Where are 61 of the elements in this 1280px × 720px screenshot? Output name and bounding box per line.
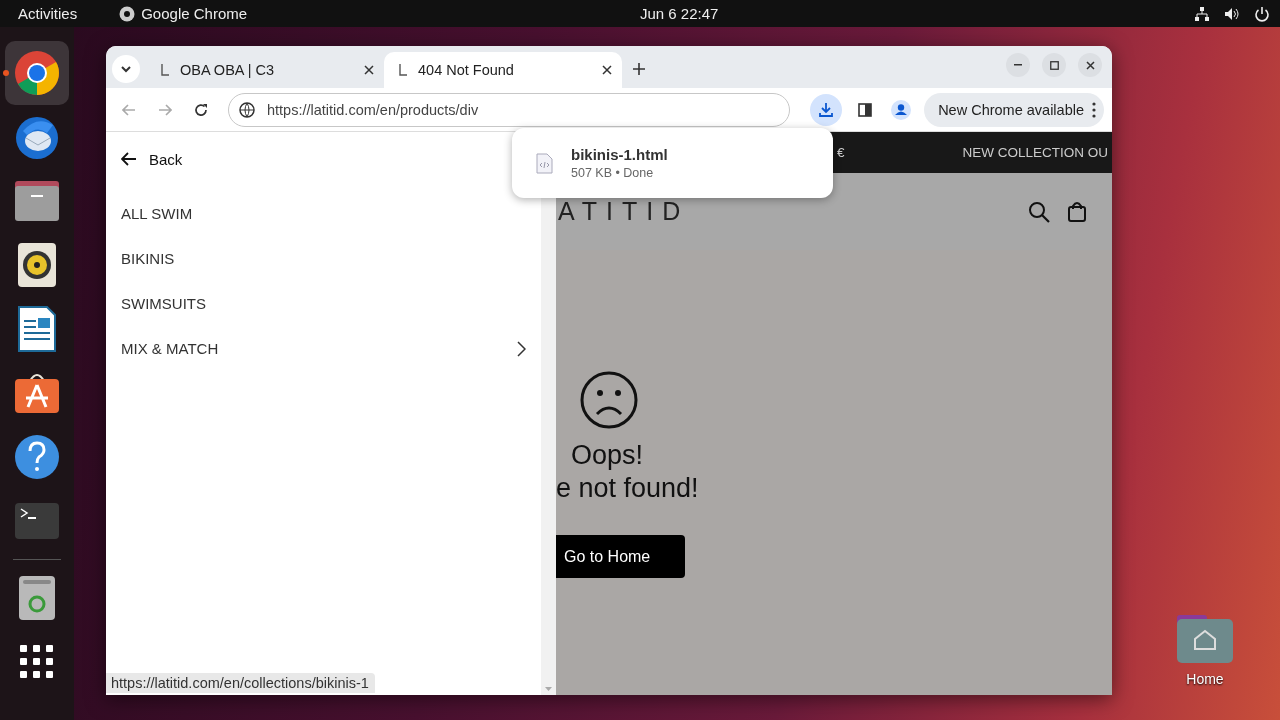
close-icon — [602, 65, 612, 75]
menu-item[interactable]: BIKINIS — [121, 236, 526, 281]
close-button[interactable] — [1078, 53, 1102, 77]
download-status: 507 KB • Done — [571, 166, 655, 180]
shopping-bag-icon — [14, 373, 60, 413]
tab-search-button[interactable] — [112, 55, 140, 83]
person-icon — [891, 99, 912, 120]
maximize-icon — [1049, 60, 1059, 70]
app-grid-icon — [20, 645, 54, 679]
status-url: https://latitid.com/en/collections/bikinis-1 — [106, 673, 375, 693]
browser-tab[interactable]: OBA OBA | C3 — [146, 52, 384, 88]
menu-item[interactable]: MIX & MATCH — [121, 326, 526, 371]
search-icon — [1028, 200, 1050, 223]
minimize-button[interactable] — [1006, 53, 1030, 77]
shopping-bag-icon — [1068, 200, 1086, 222]
arrow-left-icon — [122, 103, 136, 116]
error-message: e not found! — [556, 473, 699, 504]
trash-icon — [19, 576, 55, 620]
dock-item[interactable] — [5, 41, 69, 105]
home-label[interactable]: Home — [1186, 671, 1224, 687]
error-heading: Oops! — [571, 440, 644, 471]
close-icon — [1085, 60, 1095, 70]
home-folder-icon — [1177, 615, 1233, 663]
update-chrome-button[interactable]: New Chrome available — [924, 92, 1104, 127]
page-icon — [160, 63, 170, 77]
terminal-icon — [15, 503, 59, 539]
scroll-down-icon — [545, 687, 552, 691]
speaker-icon — [18, 243, 56, 287]
activities-label[interactable]: Activities — [18, 5, 78, 22]
menu-item[interactable]: ALL SWIM — [121, 191, 526, 236]
page-icon — [398, 63, 408, 77]
menu-item[interactable]: SWIMSUITS — [121, 281, 526, 326]
maximize-button[interactable] — [1042, 53, 1066, 77]
globe-icon — [239, 101, 255, 118]
download-icon — [818, 101, 835, 118]
side-panel-icon — [858, 102, 873, 117]
minimize-icon — [1014, 64, 1022, 66]
help-icon — [14, 434, 60, 480]
more-icon — [1092, 101, 1096, 118]
chevron-down-icon — [120, 65, 132, 73]
banner-text: € — [837, 145, 845, 160]
browser-tab[interactable]: 404 Not Found — [384, 52, 622, 88]
power-icon — [1254, 5, 1270, 22]
download-filename[interactable]: bikinis-1.html — [571, 146, 668, 163]
reload-icon — [194, 102, 208, 117]
app-name[interactable]: Google Chrome — [141, 5, 248, 22]
arrow-right-icon — [158, 103, 172, 116]
banner-text: NEW COLLECTION OU — [962, 145, 1109, 160]
network-icon — [1194, 5, 1210, 22]
logo[interactable]: ATITID — [558, 197, 690, 226]
close-icon — [364, 65, 374, 75]
folder-icon — [14, 181, 60, 221]
plus-icon — [633, 63, 645, 75]
arrow-left-icon — [121, 152, 137, 166]
back-link[interactable]: Back — [121, 150, 526, 168]
download-button[interactable] — [810, 93, 843, 126]
clock[interactable]: Jun 6 22:47 — [640, 5, 719, 22]
file-icon — [536, 152, 553, 174]
go-home-button[interactable]: Go to Home — [556, 535, 685, 578]
sad-face-icon — [579, 370, 639, 430]
document-icon — [18, 306, 56, 352]
